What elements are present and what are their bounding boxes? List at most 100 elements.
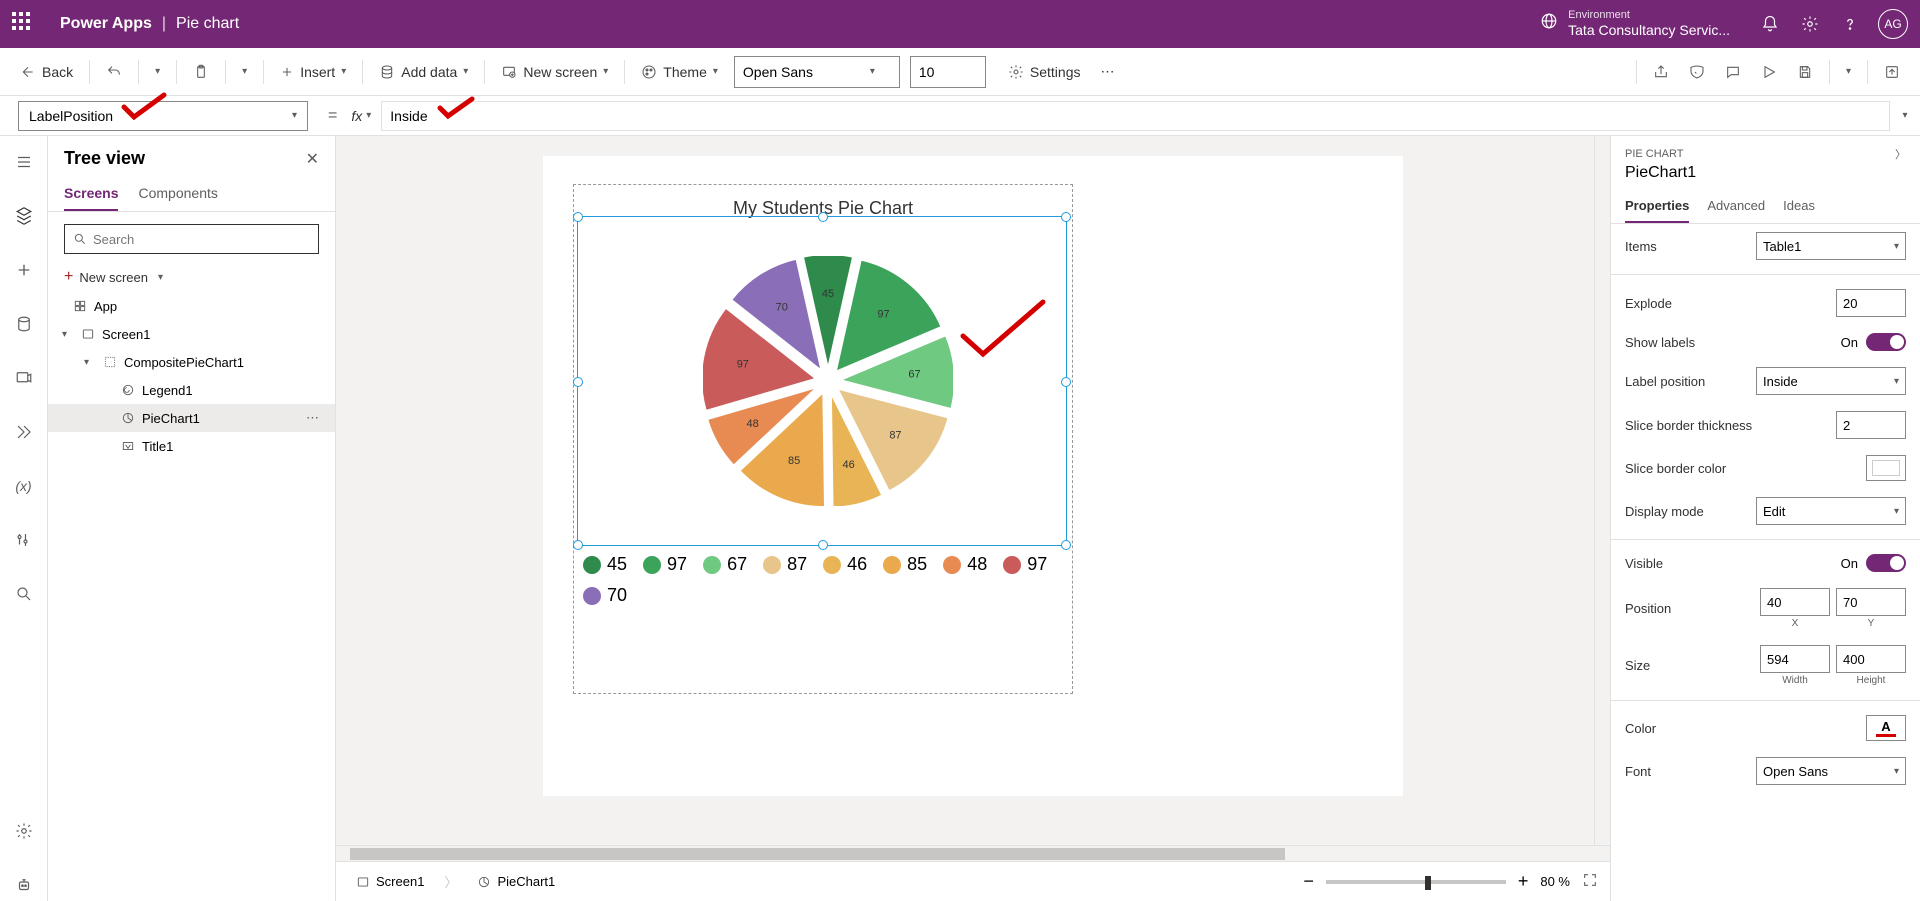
props-expand-icon[interactable]: 〉 bbox=[1895, 146, 1906, 162]
prop-font-select[interactable]: Open Sans▾ bbox=[1756, 757, 1906, 785]
canvas-horizontal-scrollbar[interactable] bbox=[336, 845, 1610, 861]
checker-icon[interactable] bbox=[1681, 58, 1713, 86]
rail-variables-icon[interactable]: (x) bbox=[8, 470, 40, 502]
tree-new-screen-button[interactable]: + New screen ▾ bbox=[48, 262, 335, 292]
add-data-button[interactable]: Add data ▾ bbox=[371, 58, 476, 86]
tree-item-screen1[interactable]: ▾ Screen1 bbox=[48, 320, 335, 348]
prop-items-select[interactable]: Table1▾ bbox=[1756, 232, 1906, 260]
prop-visible-toggle[interactable] bbox=[1866, 554, 1906, 572]
rail-search-icon[interactable] bbox=[8, 578, 40, 610]
breadcrumb-screen[interactable]: Screen1 bbox=[348, 870, 432, 893]
page-name: Pie chart bbox=[176, 15, 239, 33]
tree-search-box[interactable] bbox=[64, 224, 319, 254]
rail-hamburger-icon[interactable] bbox=[8, 146, 40, 178]
rail-data-icon[interactable] bbox=[8, 308, 40, 340]
breadcrumb-chart[interactable]: PieChart1 bbox=[469, 870, 563, 893]
prop-displaymode-select[interactable]: Edit▾ bbox=[1756, 497, 1906, 525]
rail-media-icon[interactable] bbox=[8, 362, 40, 394]
prop-position-label: Position bbox=[1625, 601, 1671, 616]
prop-showlabels-toggle[interactable] bbox=[1866, 333, 1906, 351]
share-icon[interactable] bbox=[1645, 58, 1677, 86]
prop-showlabels-label: Show labels bbox=[1625, 335, 1695, 350]
property-selector-value: LabelPosition bbox=[29, 108, 113, 124]
rail-virtual-agent-icon[interactable] bbox=[8, 869, 40, 901]
svg-text:97: 97 bbox=[877, 308, 889, 320]
rail-settings-icon[interactable] bbox=[8, 815, 40, 847]
tree-item-composite[interactable]: ▾ CompositePieChart1 bbox=[48, 348, 335, 376]
canvas-vertical-scrollbar[interactable] bbox=[1594, 136, 1610, 845]
props-type-label: PIE CHART bbox=[1625, 148, 1683, 160]
props-tab-ideas[interactable]: Ideas bbox=[1783, 190, 1815, 223]
formula-bar: LabelPosition ▾ = fx▾ Inside ▾ bbox=[0, 96, 1920, 136]
property-selector[interactable]: LabelPosition ▾ bbox=[18, 101, 308, 131]
theme-button[interactable]: Theme ▾ bbox=[633, 58, 726, 86]
paste-chevron[interactable]: ▾ bbox=[234, 60, 255, 83]
props-tab-advanced[interactable]: Advanced bbox=[1707, 190, 1765, 223]
screen-icon bbox=[80, 326, 96, 342]
font-size-input[interactable] bbox=[910, 56, 986, 88]
tree-item-composite-label: CompositePieChart1 bbox=[124, 355, 244, 370]
settings-gear-icon[interactable] bbox=[1790, 4, 1830, 44]
tree-item-legend[interactable]: Legend1 bbox=[48, 376, 335, 404]
new-screen-button[interactable]: New screen ▾ bbox=[493, 58, 616, 86]
canvas-page[interactable]: My Students Pie Chart 459767874685489770… bbox=[543, 156, 1403, 796]
undo-chevron[interactable]: ▾ bbox=[147, 60, 168, 83]
prop-color-button[interactable]: A bbox=[1866, 715, 1906, 741]
save-chevron[interactable]: ▾ bbox=[1838, 60, 1859, 83]
rail-insert-icon[interactable] bbox=[8, 254, 40, 286]
legend-item: 87 bbox=[763, 554, 807, 575]
pie-chart[interactable]: 459767874685489770 bbox=[703, 256, 953, 506]
formula-expand-button[interactable]: ▾ bbox=[1890, 110, 1920, 121]
legend-item: 85 bbox=[883, 554, 927, 575]
props-tab-properties[interactable]: Properties bbox=[1625, 190, 1689, 223]
zoom-out-button[interactable]: − bbox=[1303, 871, 1314, 892]
tab-screens[interactable]: Screens bbox=[64, 177, 118, 211]
prop-explode-input[interactable] bbox=[1836, 289, 1906, 317]
prop-width-input[interactable] bbox=[1760, 645, 1830, 673]
rail-treeview-icon[interactable] bbox=[8, 200, 40, 232]
environment-picker[interactable]: Environment Tata Consultancy Servic... bbox=[1540, 9, 1730, 39]
notifications-icon[interactable] bbox=[1750, 4, 1790, 44]
help-icon[interactable] bbox=[1830, 4, 1870, 44]
canvas-scroll[interactable]: My Students Pie Chart 459767874685489770… bbox=[336, 136, 1610, 845]
paste-button[interactable] bbox=[185, 58, 217, 86]
prop-borderthick-input[interactable] bbox=[1836, 411, 1906, 439]
prop-bordercolor-swatch[interactable] bbox=[1866, 455, 1906, 481]
fit-to-screen-icon[interactable] bbox=[1582, 872, 1598, 891]
back-label: Back bbox=[42, 64, 73, 80]
prop-pos-x-input[interactable] bbox=[1760, 588, 1830, 616]
prop-font-label: Font bbox=[1625, 764, 1651, 779]
formula-input[interactable]: Inside bbox=[381, 101, 1890, 131]
svg-text:46: 46 bbox=[842, 459, 854, 471]
play-icon[interactable] bbox=[1753, 58, 1785, 86]
rail-power-automate-icon[interactable] bbox=[8, 416, 40, 448]
prop-pos-y-input[interactable] bbox=[1836, 588, 1906, 616]
insert-button[interactable]: Insert ▾ bbox=[272, 58, 354, 86]
publish-icon[interactable] bbox=[1876, 58, 1908, 86]
tree-item-piechart[interactable]: PieChart1 ⋯ bbox=[48, 404, 335, 432]
back-button[interactable]: Back bbox=[12, 58, 81, 86]
rail-advanced-tools-icon[interactable] bbox=[8, 524, 40, 556]
tree-item-app[interactable]: App bbox=[48, 292, 335, 320]
waffle-icon[interactable] bbox=[12, 12, 36, 36]
tree-item-more-icon[interactable]: ⋯ bbox=[306, 410, 327, 426]
save-icon[interactable] bbox=[1789, 58, 1821, 86]
prop-height-input[interactable] bbox=[1836, 645, 1906, 673]
zoom-in-button[interactable]: + bbox=[1518, 871, 1529, 892]
tree-item-title[interactable]: Title1 bbox=[48, 432, 335, 460]
prop-labelpos-label: Label position bbox=[1625, 374, 1705, 389]
app-icon bbox=[72, 298, 88, 314]
app-name: Power Apps bbox=[60, 15, 152, 33]
tab-components[interactable]: Components bbox=[138, 177, 217, 211]
comments-icon[interactable] bbox=[1717, 58, 1749, 86]
tree-close-icon[interactable]: ✕ bbox=[306, 149, 319, 169]
settings-button[interactable]: Settings bbox=[1000, 58, 1089, 86]
user-avatar[interactable]: AG bbox=[1878, 9, 1908, 39]
font-family-select[interactable]: Open Sans▾ bbox=[734, 56, 900, 88]
prop-labelpos-select[interactable]: Inside▾ bbox=[1756, 367, 1906, 395]
tree-search-input[interactable] bbox=[93, 232, 310, 247]
undo-button[interactable] bbox=[98, 58, 130, 86]
more-button[interactable]: ⋯ bbox=[1092, 57, 1122, 86]
tree-item-title-label: Title1 bbox=[142, 439, 173, 454]
zoom-slider[interactable] bbox=[1326, 880, 1506, 884]
